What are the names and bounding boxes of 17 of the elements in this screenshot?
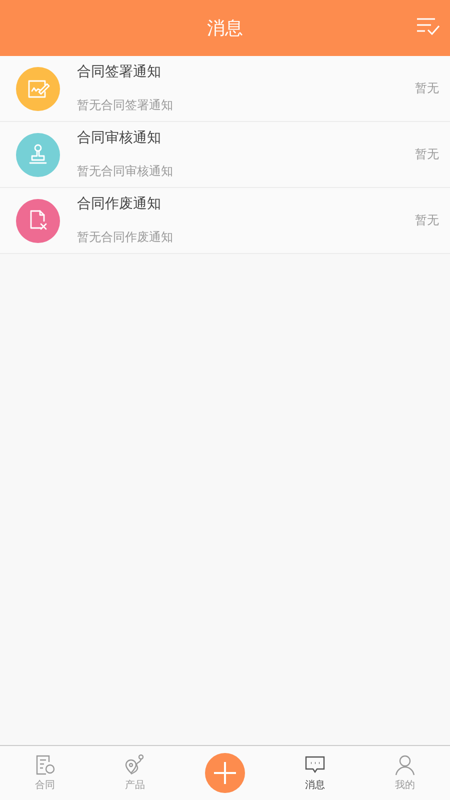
tab[interactable]: 消息 xyxy=(270,746,360,800)
map-pin-icon xyxy=(124,754,146,776)
message-title: 合同作废通知 xyxy=(77,195,162,213)
person-icon xyxy=(394,754,416,776)
message-title: 合同签署通知 xyxy=(77,63,162,81)
message-time: 暂无 xyxy=(415,146,439,163)
plus-icon xyxy=(214,762,236,784)
message-preview: 暂无合同审核通知 xyxy=(77,163,174,180)
message-preview: 暂无合同签署通知 xyxy=(77,97,174,114)
mark-all-read-icon[interactable] xyxy=(416,16,440,36)
page-title: 消息 xyxy=(207,17,243,40)
message-time: 暂无 xyxy=(415,212,439,229)
message-preview: 暂无合同作废通知 xyxy=(77,229,174,246)
document-icon xyxy=(34,754,56,776)
message-time: 暂无 xyxy=(415,80,439,97)
message-title: 合同审核通知 xyxy=(77,129,162,147)
add-button[interactable] xyxy=(205,753,245,793)
